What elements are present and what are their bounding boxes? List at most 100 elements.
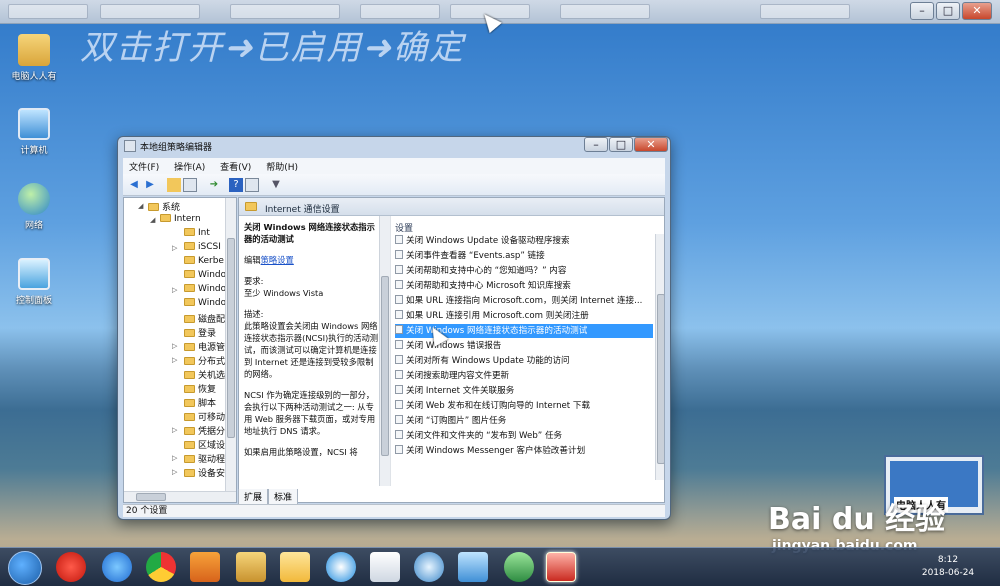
menu-help[interactable]: 帮助(H) bbox=[260, 158, 304, 175]
list-item[interactable]: 关闭事件查看器 “Events.asp” 链接 bbox=[395, 249, 653, 263]
tree-node[interactable]: ▷ iSCSI bbox=[172, 242, 221, 256]
tree-node[interactable]: Windo bbox=[184, 270, 226, 284]
maximize-button[interactable]: □ bbox=[936, 2, 960, 20]
up-folder-icon[interactable] bbox=[167, 178, 181, 192]
menu-action[interactable]: 操作(A) bbox=[168, 158, 211, 175]
collapse-arrow-icon[interactable]: ◢ bbox=[150, 216, 155, 224]
help-icon[interactable]: ? bbox=[229, 178, 243, 192]
paint-app-icon[interactable] bbox=[504, 552, 534, 582]
desktop-icon-control-panel[interactable]: 控制面板 bbox=[2, 258, 66, 306]
tree-node[interactable]: Windo bbox=[184, 298, 226, 312]
file-explorer-icon[interactable] bbox=[236, 552, 266, 582]
description-scrollbar[interactable] bbox=[379, 216, 390, 486]
edit-policy-link[interactable]: 策略设置 bbox=[261, 255, 294, 265]
expand-arrow-icon[interactable]: ▷ bbox=[172, 356, 177, 364]
expand-arrow-icon[interactable]: ▷ bbox=[172, 468, 177, 476]
remote-desktop-icon[interactable] bbox=[458, 552, 488, 582]
start-button[interactable] bbox=[8, 551, 42, 585]
taskbar-clock[interactable]: 8:12 bbox=[908, 555, 988, 565]
tree-node[interactable]: ▷ 设备安 bbox=[172, 466, 225, 480]
list-item[interactable]: 如果 URL 连接指向 Microsoft.com，则关闭 Internet 连… bbox=[395, 294, 653, 308]
scroll-thumb[interactable] bbox=[136, 493, 166, 501]
background-tab[interactable] bbox=[8, 4, 88, 19]
instruction-overlay: 双击打开➜已启用➜确定 bbox=[80, 28, 465, 68]
background-tab[interactable] bbox=[230, 4, 340, 19]
menu-file[interactable]: 文件(F) bbox=[123, 158, 165, 175]
tree-node-selected[interactable]: Int bbox=[184, 228, 210, 242]
tree-node[interactable]: 区域设 bbox=[184, 438, 225, 452]
list-item[interactable]: 关闭 Web 发布和在线订购向导的 Internet 下载 bbox=[395, 399, 653, 413]
scroll-thumb[interactable] bbox=[657, 294, 664, 464]
background-tab[interactable] bbox=[760, 4, 850, 19]
list-item[interactable]: 关闭 Windows Messenger 客户体验改善计划 bbox=[395, 444, 653, 458]
desktop-icon-computer[interactable]: 计算机 bbox=[2, 108, 66, 156]
tree-horizontal-scrollbar[interactable] bbox=[124, 491, 236, 502]
tab-standard[interactable]: 标准 bbox=[268, 489, 299, 505]
expand-arrow-icon[interactable]: ▷ bbox=[172, 244, 177, 252]
window-maximize-button[interactable]: □ bbox=[609, 137, 633, 152]
background-tab[interactable] bbox=[100, 4, 200, 19]
window-minimize-button[interactable]: – bbox=[584, 137, 608, 152]
close-button[interactable]: ✕ bbox=[962, 2, 992, 20]
forward-arrow-icon[interactable]: ▶ bbox=[143, 178, 157, 192]
list-item[interactable]: 关闭 “订购图片” 图片任务 bbox=[395, 414, 653, 428]
media-player-icon[interactable] bbox=[190, 552, 220, 582]
show-hide-tree-icon[interactable] bbox=[183, 178, 197, 192]
list-column-header[interactable]: 设置 bbox=[395, 221, 413, 234]
list-item[interactable]: 关闭帮助和支持中心 Microsoft 知识库搜索 bbox=[395, 279, 653, 293]
expand-arrow-icon[interactable]: ▷ bbox=[172, 286, 177, 294]
list-item[interactable]: 关闭帮助和支持中心的 “您知道吗？” 内容 bbox=[395, 264, 653, 278]
scroll-thumb[interactable] bbox=[227, 238, 235, 438]
list-item[interactable]: 关闭 Internet 文件关联服务 bbox=[395, 384, 653, 398]
tree-node[interactable]: ▷ Windo bbox=[172, 284, 226, 298]
chrome-browser-icon[interactable] bbox=[146, 552, 176, 582]
tree-node[interactable]: 关机选 bbox=[184, 368, 225, 382]
tree-node[interactable]: ▷ 凭据分 bbox=[172, 424, 225, 438]
toolbar: ◀ ▶ ➔ ? ▼ bbox=[123, 174, 665, 196]
folder-app-icon[interactable] bbox=[280, 552, 310, 582]
list-item[interactable]: 如果 URL 连接引用 Microsoft.com 则关闭注册 bbox=[395, 309, 653, 323]
list-vertical-scrollbar[interactable] bbox=[655, 234, 664, 480]
document-app-icon[interactable] bbox=[370, 552, 400, 582]
list-item[interactable]: 关闭 Windows Update 设备驱动程序搜索 bbox=[395, 234, 653, 248]
scroll-thumb[interactable] bbox=[381, 276, 389, 456]
export-list-icon[interactable]: ➔ bbox=[207, 178, 221, 192]
list-item[interactable]: 关闭对所有 Windows Update 功能的访问 bbox=[395, 354, 653, 368]
tree-node[interactable]: 可移动 bbox=[184, 410, 225, 424]
window-close-button[interactable]: ✕ bbox=[634, 137, 668, 152]
tree-node[interactable]: 登录 bbox=[184, 326, 216, 340]
tree-node[interactable]: ▷ 驱动程 bbox=[172, 452, 225, 466]
background-tab[interactable] bbox=[360, 4, 440, 19]
minimize-button[interactable]: – bbox=[910, 2, 934, 20]
ie-browser-icon[interactable] bbox=[102, 552, 132, 582]
desktop-icon-network[interactable]: 网络 bbox=[2, 183, 66, 231]
tree-node[interactable]: 脚本 bbox=[184, 396, 216, 410]
expand-arrow-icon[interactable]: ▷ bbox=[172, 342, 177, 350]
filter-icon[interactable]: ▼ bbox=[269, 178, 283, 192]
desktop-icon-user-folder[interactable]: 电脑人人有 bbox=[2, 34, 66, 82]
properties-icon[interactable] bbox=[245, 178, 259, 192]
group-policy-taskbar-icon[interactable] bbox=[546, 552, 576, 582]
expand-arrow-icon[interactable]: ▷ bbox=[172, 454, 177, 462]
policy-setting-icon bbox=[395, 445, 403, 454]
browser-app-icon[interactable] bbox=[326, 552, 356, 582]
expand-arrow-icon[interactable]: ▷ bbox=[172, 426, 177, 434]
window-titlebar[interactable]: 本地组策略编辑器 – □ ✕ bbox=[118, 137, 670, 155]
tab-extended[interactable]: 扩展 bbox=[238, 489, 269, 505]
menu-view[interactable]: 查看(V) bbox=[214, 158, 257, 175]
tree-node[interactable]: ◢ Intern bbox=[150, 214, 201, 228]
list-item[interactable]: 关闭搜索助理内容文件更新 bbox=[395, 369, 653, 383]
tree-node[interactable]: ▷ 电源管 bbox=[172, 340, 225, 354]
back-arrow-icon[interactable]: ◀ bbox=[127, 178, 141, 192]
tree-node[interactable]: Kerbe bbox=[184, 256, 224, 270]
settings-app-icon[interactable] bbox=[414, 552, 444, 582]
collapse-arrow-icon[interactable]: ◢ bbox=[138, 202, 143, 210]
tree-vertical-scrollbar[interactable] bbox=[225, 198, 236, 492]
security-app-icon[interactable] bbox=[56, 552, 86, 582]
tree-node[interactable]: ◢ 系统 bbox=[138, 200, 180, 214]
background-tab[interactable] bbox=[560, 4, 650, 19]
tree-node[interactable]: ▷ 分布式 bbox=[172, 354, 225, 368]
tree-node[interactable]: 磁盘配 bbox=[184, 312, 225, 326]
list-item[interactable]: 关闭文件和文件夹的 “发布到 Web” 任务 bbox=[395, 429, 653, 443]
tree-node[interactable]: 恢复 bbox=[184, 382, 216, 396]
